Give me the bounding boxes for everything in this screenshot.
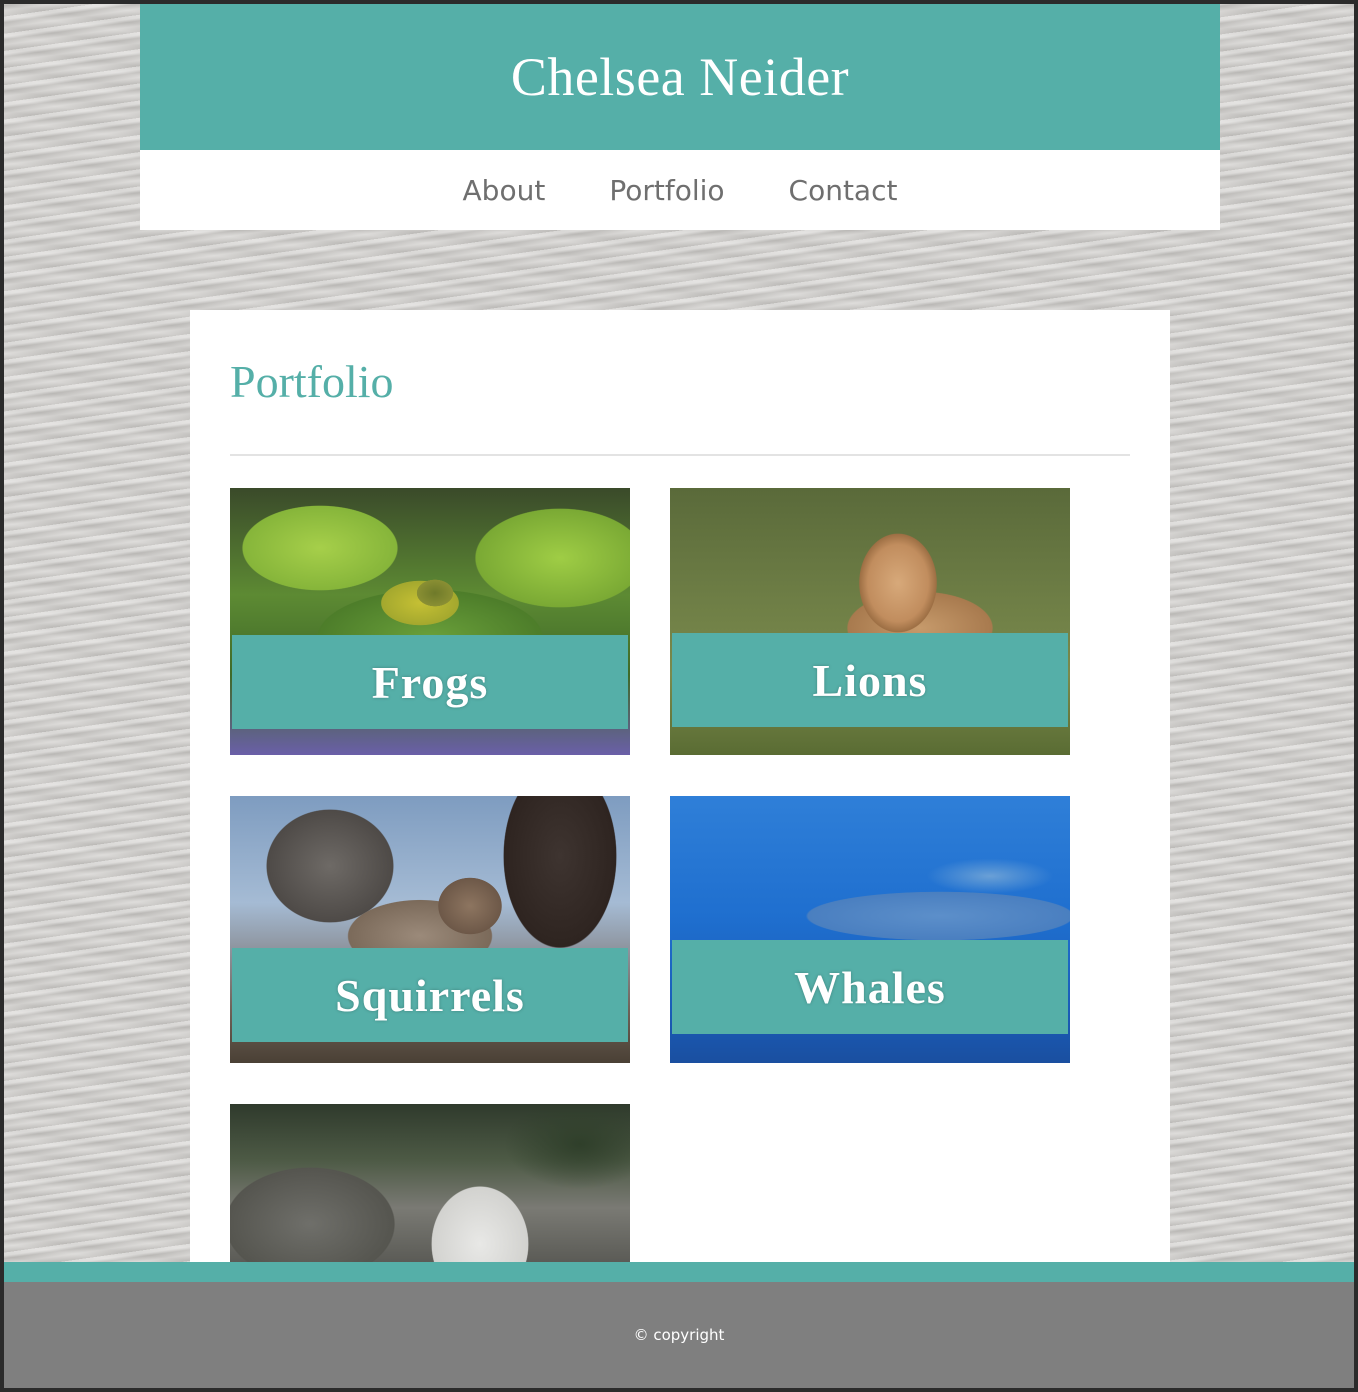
portfolio-tile-frogs[interactable]: Frogs (230, 488, 630, 755)
content-panel: Portfolio Frogs Lions Squirrels Whales (190, 310, 1170, 1286)
site-footer: © copyright (4, 1282, 1354, 1388)
portfolio-tile-whales[interactable]: Whales (670, 796, 1070, 1063)
copyright-text: © copyright (633, 1326, 725, 1344)
title-divider (230, 454, 1130, 456)
site-title: Chelsea Neider (510, 47, 850, 107)
site-header: Chelsea Neider (140, 4, 1220, 150)
page-title: Portfolio (230, 356, 394, 407)
portfolio-grid: Frogs Lions Squirrels Whales (230, 488, 1130, 1264)
tile-label: Lions (672, 633, 1068, 727)
nav-portfolio-link[interactable]: Portfolio (609, 174, 724, 207)
wolf-photo (230, 1104, 630, 1264)
portfolio-tile-squirrels[interactable]: Squirrels (230, 796, 630, 1063)
portfolio-tile-wolves[interactable] (230, 1104, 630, 1264)
footer-accent-bar (4, 1262, 1354, 1282)
tile-label: Squirrels (232, 948, 628, 1042)
portfolio-tile-lions[interactable]: Lions (670, 488, 1070, 755)
tile-label: Frogs (232, 635, 628, 729)
tile-label: Whales (672, 940, 1068, 1034)
nav-contact-link[interactable]: Contact (789, 174, 898, 207)
main-nav: About Portfolio Contact (140, 150, 1220, 230)
nav-about-link[interactable]: About (463, 174, 546, 207)
